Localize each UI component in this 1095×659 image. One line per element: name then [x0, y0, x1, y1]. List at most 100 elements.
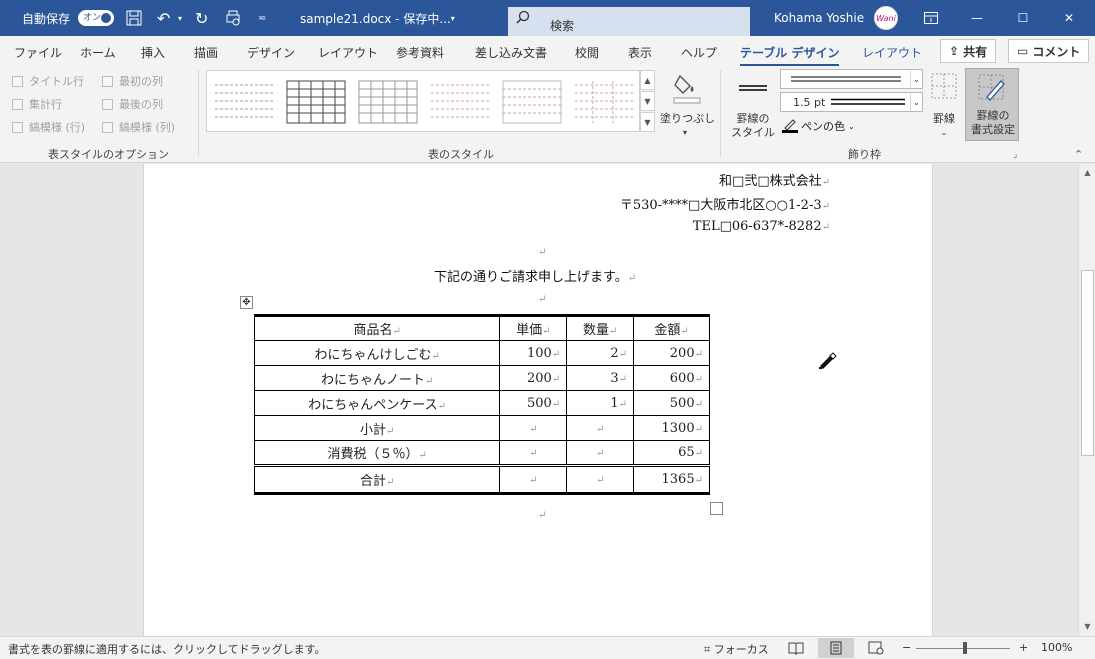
- table-cell[interactable]: ↵: [499, 415, 568, 441]
- tab-draw[interactable]: 描画: [194, 44, 218, 61]
- tab-design[interactable]: デザイン: [247, 44, 295, 61]
- table-cell[interactable]: 小計↵: [253, 415, 501, 441]
- avatar[interactable]: Wani: [874, 0, 898, 36]
- share-button[interactable]: ⇪ 共有: [940, 39, 997, 63]
- invoice-table[interactable]: 商品名↵ 単価↵ 数量↵ 金額↵ わにちゃんけしごむ↵ 100↵ 2↵ 200↵…: [253, 314, 710, 495]
- tab-references[interactable]: 参考資料: [396, 44, 444, 61]
- line-style-dropdown[interactable]: ⌄: [780, 69, 923, 89]
- tab-table-layout[interactable]: レイアウト: [862, 44, 922, 61]
- zoom-in-button[interactable]: +: [1019, 641, 1028, 654]
- tab-mailings[interactable]: 差し込み文書: [475, 44, 547, 61]
- table-cell[interactable]: 200↵: [499, 365, 568, 391]
- table-style-3[interactable]: [357, 79, 419, 125]
- table-resize-handle[interactable]: [710, 502, 723, 515]
- table-cell[interactable]: ↵: [566, 440, 635, 466]
- zoom-out-button[interactable]: −: [902, 641, 911, 654]
- header-cell-quantity[interactable]: 数量↵: [566, 315, 635, 341]
- pen-color-button[interactable]: ペンの色 ⌄: [782, 117, 855, 135]
- header-cell-amount[interactable]: 金額↵: [633, 315, 710, 341]
- undo-icon[interactable]: ↶: [157, 0, 170, 36]
- total-row-checkbox[interactable]: 集計行: [12, 96, 62, 112]
- tab-review[interactable]: 校閲: [575, 44, 599, 61]
- table-cell[interactable]: 合計↵: [253, 464, 501, 494]
- user-name[interactable]: Kohama Yoshie: [774, 0, 864, 36]
- tab-table-design[interactable]: テーブル デザイン: [740, 44, 840, 66]
- save-icon[interactable]: [126, 0, 142, 36]
- tab-home[interactable]: ホーム: [80, 44, 116, 61]
- scroll-up-icon[interactable]: ▲: [1080, 165, 1095, 180]
- table-cell[interactable]: 2↵: [566, 340, 635, 366]
- table-style-2[interactable]: [285, 79, 347, 125]
- undo-dropdown-icon[interactable]: ▾: [178, 0, 182, 36]
- zoom-slider-thumb[interactable]: [963, 642, 967, 654]
- tab-file[interactable]: ファイル: [14, 44, 62, 61]
- table-cell[interactable]: 600↵: [633, 365, 710, 391]
- comments-button[interactable]: ▭ コメント: [1008, 39, 1090, 63]
- collapse-ribbon-icon[interactable]: ⌃: [1074, 148, 1083, 161]
- tab-insert[interactable]: 挿入: [141, 44, 165, 61]
- maximize-icon[interactable]: ☐: [1000, 0, 1046, 36]
- ribbon-display-options-icon[interactable]: [924, 0, 938, 36]
- document-area[interactable]: 和□弐□株式会社↵ 〒530-****□大阪市北区○○1-2-3↵ TEL□06…: [0, 164, 1078, 636]
- close-icon[interactable]: ✕: [1046, 0, 1092, 36]
- header-cell-item[interactable]: 商品名↵: [253, 315, 501, 341]
- last-column-checkbox[interactable]: 最後の列: [102, 96, 163, 112]
- border-styles-button[interactable]: 罫線の スタイル: [727, 68, 779, 144]
- pen-weight-dropdown[interactable]: 1.5 pt ⌄: [780, 92, 923, 112]
- header-cell-unit-price[interactable]: 単価↵: [499, 315, 568, 341]
- table-cell[interactable]: 1300↵: [633, 415, 710, 441]
- redo-icon[interactable]: ↻: [195, 0, 208, 36]
- gallery-scroll-up-icon[interactable]: ▲: [640, 70, 655, 90]
- table-style-1[interactable]: [213, 79, 275, 125]
- table-cell[interactable]: わにちゃんけしごむ↵: [253, 340, 501, 366]
- read-mode-icon[interactable]: [788, 641, 804, 658]
- table-row: 消費税（５％）↵ ↵ ↵ 65↵: [253, 440, 710, 466]
- tab-view[interactable]: 表示: [628, 44, 652, 61]
- focus-mode-button[interactable]: ⌗ フォーカス: [704, 641, 769, 657]
- table-cell[interactable]: 65↵: [633, 440, 710, 466]
- table-cell[interactable]: ↵: [566, 415, 635, 441]
- gallery-scroll-down-icon[interactable]: ▼: [640, 91, 655, 111]
- banded-rows-checkbox[interactable]: 縞模様 (行): [12, 119, 85, 135]
- print-layout-button[interactable]: [818, 638, 854, 658]
- table-cell[interactable]: ↵: [499, 440, 568, 466]
- borders-button[interactable]: 罫線 ⌄: [927, 68, 961, 144]
- table-cell[interactable]: ↵: [566, 464, 635, 494]
- table-cell[interactable]: 1365↵: [633, 464, 710, 494]
- table-style-4[interactable]: [429, 79, 491, 125]
- scrollbar-thumb[interactable]: [1081, 270, 1094, 456]
- zoom-level[interactable]: 100%: [1041, 641, 1072, 654]
- banded-columns-checkbox[interactable]: 縞模様 (列): [102, 119, 175, 135]
- table-style-5[interactable]: [501, 79, 563, 125]
- document-page[interactable]: 和□弐□株式会社↵ 〒530-****□大阪市北区○○1-2-3↵ TEL□06…: [143, 164, 933, 636]
- first-column-checkbox[interactable]: 最初の列: [102, 73, 163, 89]
- scroll-down-icon[interactable]: ▼: [1080, 619, 1095, 634]
- customize-qat-icon[interactable]: ≂: [258, 0, 266, 36]
- gallery-more-icon[interactable]: ▼: [640, 112, 655, 132]
- document-filename[interactable]: sample21.docx - 保存中... ▾: [300, 0, 455, 36]
- table-move-handle-icon[interactable]: ✥: [240, 296, 253, 309]
- vertical-scrollbar[interactable]: ▲ ▼: [1078, 164, 1095, 636]
- table-cell[interactable]: 100↵: [499, 340, 568, 366]
- end-of-cell-icon: ↵: [694, 475, 703, 486]
- table-cell[interactable]: 3↵: [566, 365, 635, 391]
- border-painter-button[interactable]: 罫線の 書式設定: [965, 68, 1019, 141]
- web-layout-icon[interactable]: [868, 641, 884, 658]
- tab-layout[interactable]: レイアウト: [318, 44, 378, 61]
- table-cell[interactable]: ↵: [499, 464, 568, 494]
- table-cell[interactable]: 200↵: [633, 340, 710, 366]
- print-preview-icon[interactable]: [225, 0, 241, 36]
- tab-help[interactable]: ヘルプ: [681, 44, 717, 61]
- table-cell[interactable]: 500↵: [499, 390, 568, 416]
- minimize-icon[interactable]: —: [954, 0, 1000, 36]
- autosave-toggle[interactable]: オン: [78, 0, 114, 36]
- table-cell[interactable]: 1↵: [566, 390, 635, 416]
- table-cell[interactable]: わにちゃんノート↵: [253, 365, 501, 391]
- header-row-checkbox[interactable]: タイトル行: [12, 73, 84, 89]
- table-cell[interactable]: 500↵: [633, 390, 710, 416]
- borders-dialog-launcher-icon[interactable]: ⌟: [1013, 150, 1017, 160]
- shading-button[interactable]: 塗りつぶし ▾: [660, 68, 715, 142]
- table-cell[interactable]: 消費税（５％）↵: [253, 440, 501, 466]
- table-cell[interactable]: わにちゃんペンケース↵: [253, 390, 501, 416]
- table-style-6[interactable]: [573, 79, 635, 125]
